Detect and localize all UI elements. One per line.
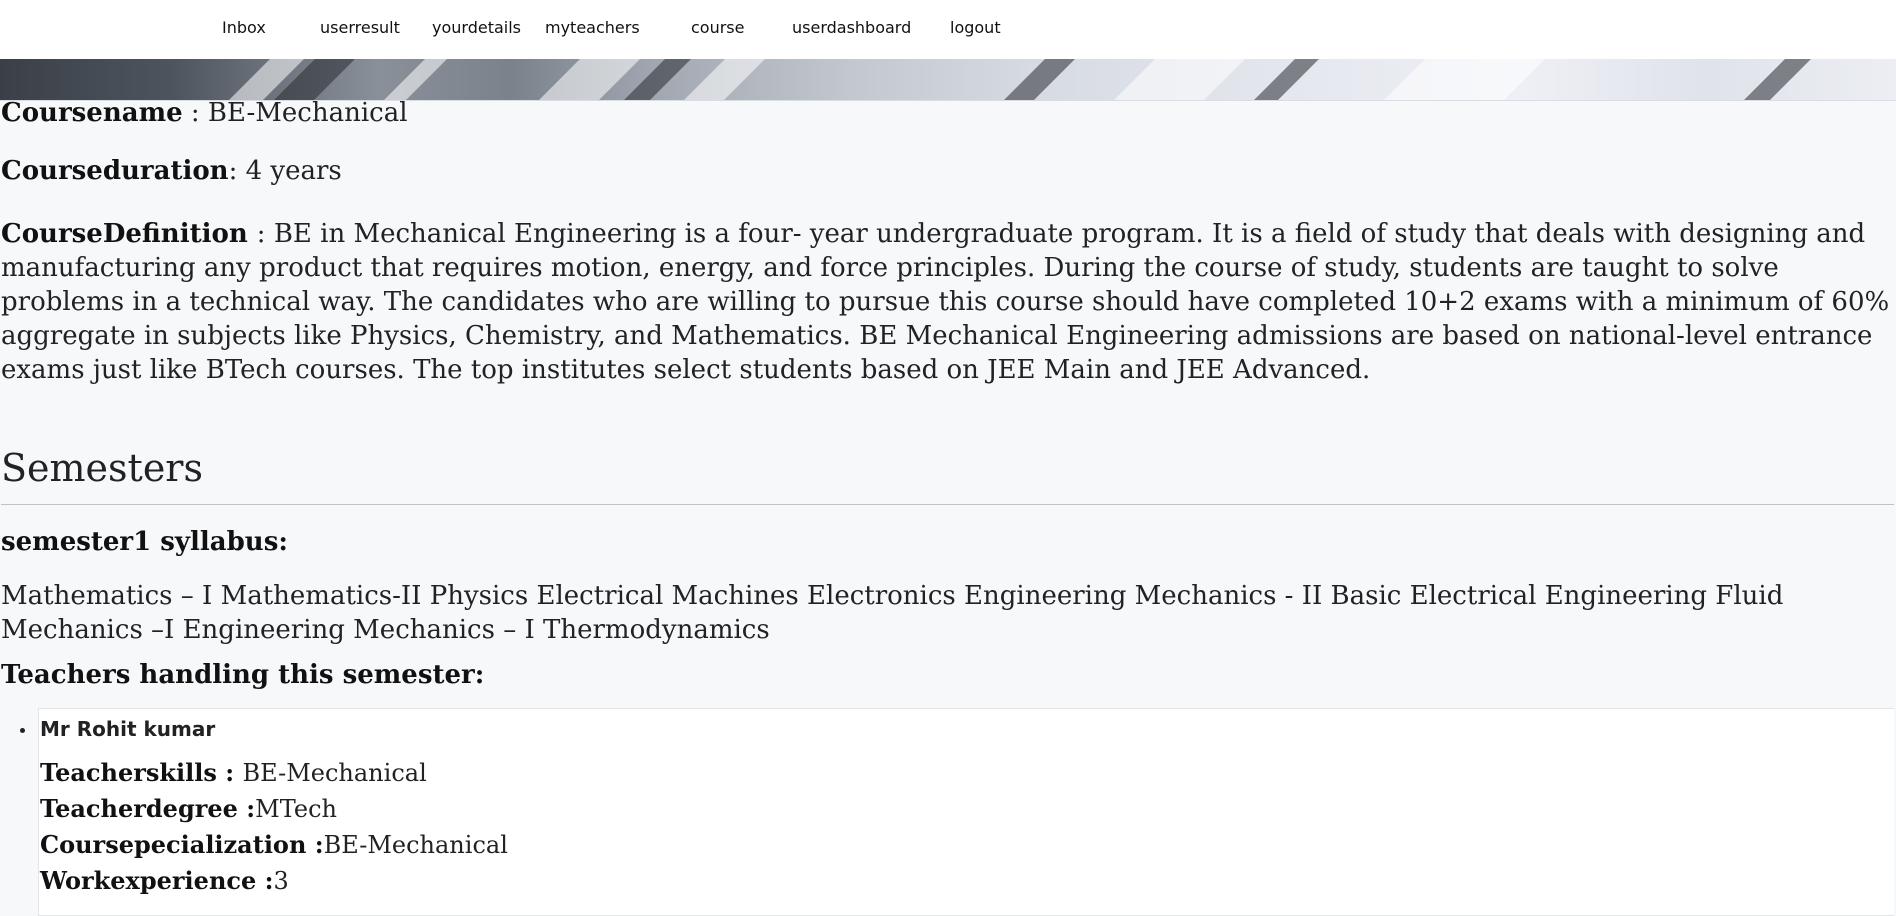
teacher-degree-label: Teacherdegree : xyxy=(40,794,256,823)
top-navbar: Inbox userresult yourdetails myteachers … xyxy=(0,0,1896,59)
teacher-experience-value: 3 xyxy=(273,867,289,895)
nav-link-userdashboard[interactable]: userdashboard xyxy=(792,18,911,37)
hero-stripe xyxy=(1725,59,1821,100)
semester-syllabus: Mathematics – I Mathematics-II Physics E… xyxy=(1,581,1784,645)
semesters-title: Semesters xyxy=(1,446,1894,505)
teachers-heading: Teachers handling this semester: xyxy=(1,660,485,690)
course-name-row: Coursename : BE-Mechanical xyxy=(1,96,1894,130)
nav-link-yourdetails[interactable]: yourdetails xyxy=(432,18,521,37)
course-definition-separator: : xyxy=(256,219,274,249)
teacher-specialization-value: BE-Mechanical xyxy=(323,831,508,859)
hero-stripe xyxy=(1235,59,1329,100)
course-name-value: BE-Mechanical xyxy=(207,98,408,128)
hero-stripe xyxy=(1095,59,1255,100)
course-details: Coursename : BE-Mechanical Courseduratio… xyxy=(1,96,1894,916)
course-definition-row: CourseDefinition : BE in Mechanical Engi… xyxy=(1,217,1894,387)
course-duration-label: Courseduration xyxy=(1,156,229,186)
course-name-label: Coursename xyxy=(1,98,183,128)
course-definition-label: CourseDefinition xyxy=(1,219,257,249)
nav-link-inbox[interactable]: Inbox xyxy=(222,18,266,37)
teacher-degree-value: MTech xyxy=(255,795,337,823)
hero-stripe xyxy=(365,59,457,100)
nav-link-myteachers[interactable]: myteachers xyxy=(545,18,640,37)
teacher-experience-row: Workexperience :3 xyxy=(40,863,1894,899)
course-definition-value: BE in Mechanical Engineering is a four- … xyxy=(1,219,1890,385)
semester-heading: semester1 syllabus: xyxy=(1,527,288,557)
teacher-experience-label: Workexperience : xyxy=(40,866,274,895)
course-duration-row: Courseduration: 4 years xyxy=(1,154,1894,188)
hero-stripe xyxy=(1365,59,1555,100)
list-bullet xyxy=(20,728,25,733)
teacher-name: Mr Rohit kumar xyxy=(40,717,216,741)
teacher-list: Mr Rohit kumar Teacherskills : BE-Mechan… xyxy=(1,708,1894,916)
hero-banner-image xyxy=(0,59,1896,101)
teacher-skills-row: Teacherskills : BE-Mechanical xyxy=(40,755,1894,791)
teacher-specialization-row: Coursepecialization :BE-Mechanical xyxy=(40,827,1894,863)
course-duration-separator: : xyxy=(228,156,246,186)
teacher-degree-row: Teacherdegree :MTech xyxy=(40,791,1894,827)
course-name-separator: : xyxy=(182,98,208,128)
hero-stripe xyxy=(985,59,1085,100)
semester-section: semester1 syllabus: Mathematics – I Math… xyxy=(1,527,1894,916)
course-duration-value: 4 years xyxy=(245,156,342,186)
nav-link-logout[interactable]: logout xyxy=(950,18,1001,37)
teacher-skills-label: Teacherskills : xyxy=(40,758,243,787)
teacher-card: Mr Rohit kumar Teacherskills : BE-Mechan… xyxy=(20,708,1894,916)
teacher-specialization-label: Coursepecialization : xyxy=(40,830,324,859)
nav-link-userresult[interactable]: userresult xyxy=(320,18,400,37)
nav-link-course[interactable]: course xyxy=(691,18,744,37)
teacher-skills-value: BE-Mechanical xyxy=(242,759,427,787)
